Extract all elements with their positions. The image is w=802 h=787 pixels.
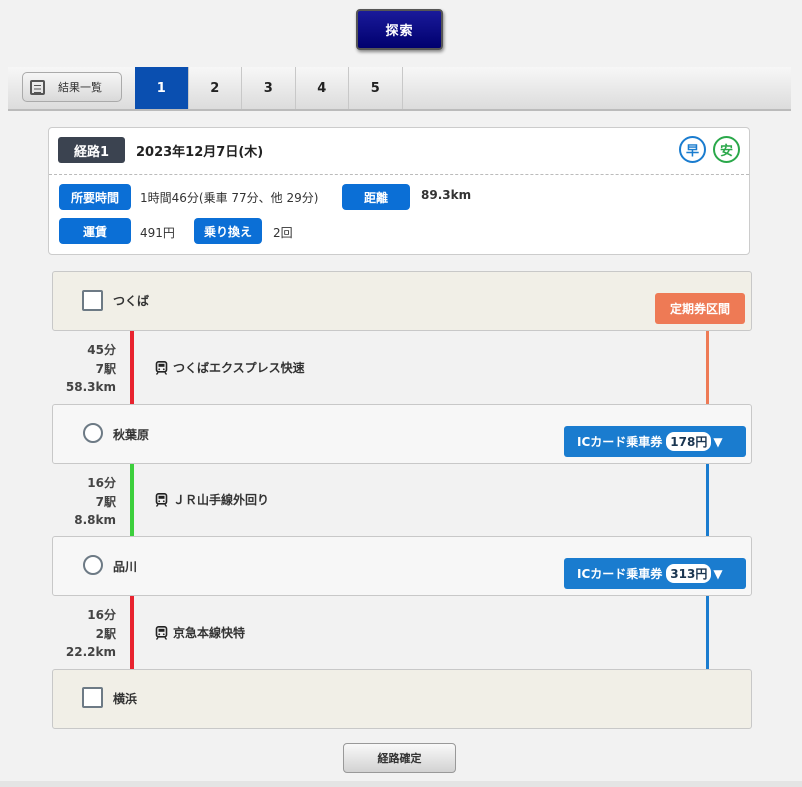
segment-line-2 bbox=[130, 463, 134, 537]
fare-type-label: ICカード乗車券 bbox=[577, 435, 663, 449]
station-row: 品川 ICカード乗車券 313円 ▼ bbox=[52, 536, 752, 596]
segment-time: 16分 bbox=[87, 608, 116, 622]
route-date: 2023年12月7日(木) bbox=[136, 145, 264, 160]
station-row: つくば 定期券区間 bbox=[52, 271, 752, 331]
train-icon bbox=[155, 492, 168, 507]
segment-distance: 22.2km bbox=[65, 645, 116, 659]
station-name[interactable]: つくば bbox=[113, 292, 149, 309]
tab-route-2[interactable]: 2 bbox=[189, 67, 242, 109]
ic-fare-line-1 bbox=[706, 463, 709, 537]
segment-line-3 bbox=[130, 596, 134, 670]
segment-stops: 7駅 bbox=[95, 494, 116, 509]
segment-distance: 58.3km bbox=[65, 380, 116, 394]
fare-value: 491円 bbox=[140, 226, 175, 240]
segment-time: 16分 bbox=[87, 476, 116, 490]
train-icon bbox=[155, 360, 168, 375]
segment-info: 16分 7駅 8.8km bbox=[52, 474, 116, 530]
segment-time: 45分 bbox=[87, 343, 116, 357]
fare-type-label: ICカード乗車券 bbox=[577, 567, 663, 581]
station-row: 秋葉原 ICカード乗車券 178円 ▼ bbox=[52, 404, 752, 464]
fare-type-dropdown[interactable]: ICカード乗車券 313円 ▼ bbox=[564, 558, 746, 589]
route-summary: 経路1 2023年12月7日(木) 早 安 所要時間 1時間46分(乗車 77分… bbox=[48, 127, 750, 255]
distance-value: 89.3km bbox=[421, 188, 472, 202]
distance-label: 距離 bbox=[342, 184, 410, 210]
segment-stops: 2駅 bbox=[95, 626, 116, 641]
search-area: 探索 bbox=[0, 0, 802, 62]
fare-amount: 178円 bbox=[666, 432, 712, 451]
segment-line-name[interactable]: つくばエクスプレス快速 bbox=[155, 359, 305, 376]
fare-amount: 313円 bbox=[666, 564, 712, 583]
tab-route-4[interactable]: 4 bbox=[296, 67, 349, 109]
station-name[interactable]: 品川 bbox=[113, 558, 137, 575]
station-name[interactable]: 横浜 bbox=[113, 690, 137, 707]
tab-route-1[interactable]: 1 bbox=[135, 67, 189, 109]
station-row: 横浜 bbox=[52, 669, 752, 729]
terminal-station-icon bbox=[82, 687, 103, 708]
cheap-badge: 安 bbox=[713, 136, 740, 163]
tab-route-5[interactable]: 5 bbox=[349, 67, 403, 109]
result-list-button[interactable]: 結果一覧 bbox=[22, 72, 122, 102]
time-value: 1時間46分(乗車 77分、他 29分) bbox=[140, 191, 319, 205]
route-tabs: 1 2 3 4 5 bbox=[135, 67, 403, 109]
result-list-label: 結果一覧 bbox=[58, 81, 102, 94]
transfer-station-icon bbox=[83, 555, 103, 575]
ic-fare-line-2 bbox=[706, 596, 709, 670]
commuter-pass-line bbox=[706, 331, 709, 405]
bottom-strip bbox=[0, 781, 802, 787]
search-button[interactable]: 探索 bbox=[356, 9, 443, 50]
transfer-label: 乗り換え bbox=[194, 218, 262, 244]
segment-stops: 7駅 bbox=[95, 361, 116, 376]
transfer-value: 2回 bbox=[273, 226, 293, 240]
dropdown-arrow-icon: ▼ bbox=[713, 566, 723, 581]
segment-info: 45分 7駅 58.3km bbox=[52, 341, 116, 397]
tab-route-3[interactable]: 3 bbox=[242, 67, 296, 109]
station-name[interactable]: 秋葉原 bbox=[113, 426, 149, 443]
time-label: 所要時間 bbox=[59, 184, 131, 210]
confirm-route-button[interactable]: 経路確定 bbox=[343, 743, 456, 773]
terminal-station-icon bbox=[82, 290, 103, 311]
line-name: 京急本線快特 bbox=[173, 626, 246, 640]
segment-line-name[interactable]: ＪＲ山手線外回り bbox=[155, 491, 269, 508]
train-icon bbox=[155, 625, 168, 640]
fare-label: 運賃 bbox=[59, 218, 131, 244]
line-name: ＪＲ山手線外回り bbox=[173, 493, 270, 507]
route-label: 経路1 bbox=[58, 137, 125, 163]
fast-badge: 早 bbox=[679, 136, 706, 163]
list-icon bbox=[30, 79, 45, 95]
segment-distance: 8.8km bbox=[74, 513, 116, 527]
transfer-station-icon bbox=[83, 423, 103, 443]
result-tabbar: 結果一覧 1 2 3 4 5 bbox=[8, 67, 791, 111]
commuter-pass-badge: 定期券区間 bbox=[655, 293, 745, 324]
line-name: つくばエクスプレス快速 bbox=[173, 361, 305, 375]
summary-divider bbox=[49, 174, 749, 175]
fare-type-dropdown[interactable]: ICカード乗車券 178円 ▼ bbox=[564, 426, 746, 457]
dropdown-arrow-icon: ▼ bbox=[713, 434, 723, 449]
segment-line-1 bbox=[130, 331, 134, 405]
segment-info: 16分 2駅 22.2km bbox=[52, 606, 116, 662]
segment-line-name[interactable]: 京急本線快特 bbox=[155, 624, 245, 641]
